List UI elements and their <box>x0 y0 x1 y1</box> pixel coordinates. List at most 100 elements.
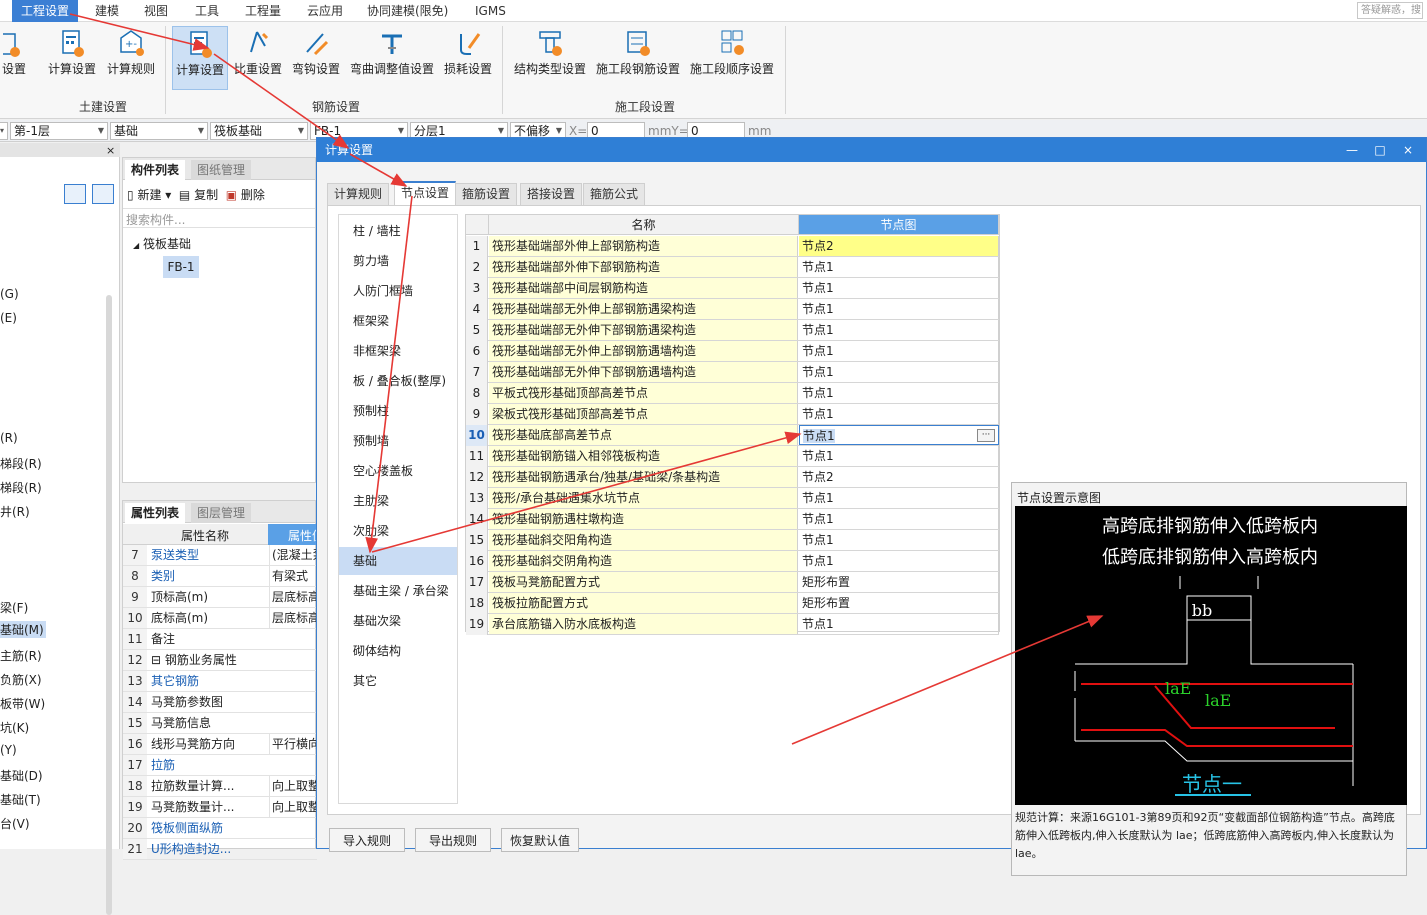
grid-row-node[interactable]: 节点1 <box>799 383 999 403</box>
property-value[interactable]: 向上取整 <box>269 797 317 817</box>
tab-stirrup-formula[interactable]: 箍筋公式 <box>583 183 646 205</box>
hook-settings-button[interactable]: 弯钩设置 <box>290 26 342 90</box>
calc-rules-button[interactable]: +- 计算规则 <box>104 26 158 90</box>
ellipsis-button[interactable]: ··· <box>977 429 995 442</box>
tab-layers[interactable]: 图层管理 <box>191 503 252 523</box>
ribbon-settings-button[interactable]: 设置 <box>0 26 28 90</box>
floor-select[interactable]: 第-1层 ▼ <box>10 122 108 140</box>
combo-stub[interactable]: ▾ <box>0 122 8 140</box>
property-row[interactable]: 13 其它钢筋 <box>123 671 317 692</box>
structure-type-button[interactable]: 结构类型设置 <box>512 26 588 90</box>
copy-icon[interactable]: ▤ <box>179 188 190 202</box>
grid-row-node[interactable]: 节点1 <box>799 320 999 340</box>
category-item[interactable]: 砌体结构 <box>339 637 457 665</box>
tab-lap-settings[interactable]: 搭接设置 <box>520 183 583 205</box>
grid-row-node[interactable]: 节点1 <box>799 362 999 382</box>
menu-collab[interactable]: 协同建模(限免) <box>358 0 457 22</box>
grid-row[interactable]: 4 筏形基础端部无外伸上部钢筋遇梁构造 节点1 <box>466 299 999 320</box>
property-row[interactable]: 8 类别 有梁式 <box>123 566 317 587</box>
grid-view-icon[interactable] <box>92 184 114 204</box>
menu-modeling[interactable]: 建模 <box>86 0 128 22</box>
property-row[interactable]: 7 泵送类型 (混凝土泵) <box>123 545 317 566</box>
nav-item[interactable]: 负筋(X) <box>0 671 42 688</box>
menu-quantity[interactable]: 工程量 <box>236 0 290 22</box>
category-item[interactable]: 空心楼盖板 <box>339 457 457 485</box>
grid-row-node[interactable]: 节点2 <box>799 467 999 487</box>
delete-button[interactable]: 删除 <box>241 188 265 202</box>
grid-row-node[interactable]: 节点1 <box>799 341 999 361</box>
tab-stirrup-settings[interactable]: 箍筋设置 <box>455 183 518 205</box>
menu-project-settings[interactable]: 工程设置 <box>12 0 79 22</box>
scrollbar[interactable] <box>106 295 112 915</box>
grid-row-node[interactable]: 节点1 ··· <box>799 425 999 445</box>
maximize-button[interactable]: □ <box>1366 138 1394 162</box>
menu-cloud[interactable]: 云应用 <box>298 0 352 22</box>
property-row[interactable]: 21 U形构造封边... <box>123 839 317 860</box>
minimize-button[interactable]: — <box>1338 138 1366 162</box>
new-icon[interactable]: ▯ <box>127 188 134 202</box>
property-row[interactable]: 12 ⊟ 钢筋业务属性 <box>123 650 317 671</box>
tree-root[interactable]: ◢ 筏板基础 <box>133 235 191 252</box>
grid-row[interactable]: 11 筏形基础钢筋锚入相邻筏板构造 节点1 <box>466 446 999 467</box>
category-item[interactable]: 非框架梁 <box>339 337 457 365</box>
nav-item[interactable]: (Y) <box>0 743 17 757</box>
tab-component-list[interactable]: 构件列表 <box>125 160 186 180</box>
stage-order-button[interactable]: 施工段顺序设置 <box>688 26 776 90</box>
menu-igms[interactable]: IGMS <box>466 0 515 22</box>
category-item[interactable]: 预制墙 <box>339 427 457 455</box>
category-item[interactable]: 柱 / 墙柱 <box>339 217 457 245</box>
nav-item[interactable]: 板带(W) <box>0 695 45 712</box>
category-item[interactable]: 基础 <box>339 547 457 575</box>
grid-row[interactable]: 2 筏形基础端部外伸下部钢筋构造 节点1 <box>466 257 999 278</box>
property-value[interactable]: 层底标高 <box>269 587 317 607</box>
list-view-icon[interactable] <box>64 184 86 204</box>
property-row[interactable]: 15 马凳筋信息 <box>123 713 317 734</box>
calc-settings-civil-button[interactable]: 计算设置 <box>44 26 100 90</box>
nav-item[interactable]: 主筋(R) <box>0 647 42 664</box>
nav-item[interactable]: 梁(F) <box>0 599 28 616</box>
grid-row[interactable]: 6 筏形基础端部无外伸上部钢筋遇墙构造 节点1 <box>466 341 999 362</box>
grid-row[interactable]: 18 筏板拉筋配置方式 矩形布置 <box>466 593 999 614</box>
grid-row[interactable]: 14 筏形基础钢筋遇柱墩构造 节点1 <box>466 509 999 530</box>
close-button[interactable]: × <box>1394 138 1422 162</box>
category-item[interactable]: 其它 <box>339 667 457 695</box>
category-item[interactable]: 人防门框墙 <box>339 277 457 305</box>
grid-row-node[interactable]: 矩形布置 <box>799 593 999 613</box>
grid-row[interactable]: 15 筏形基础斜交阳角构造 节点1 <box>466 530 999 551</box>
nav-item[interactable]: 基础(D) <box>0 767 43 784</box>
grid-row[interactable]: 10 筏形基础底部高差节点 节点1 ··· <box>466 425 999 446</box>
grid-row[interactable]: 3 筏形基础端部中间层钢筋构造 节点1 <box>466 278 999 299</box>
category-item[interactable]: 次肋梁 <box>339 517 457 545</box>
nav-item[interactable]: 基础(T) <box>0 791 41 808</box>
delete-icon[interactable]: ▣ <box>226 188 237 202</box>
property-row[interactable]: 16 线形马凳筋方向 平行横向 <box>123 734 317 755</box>
category-item[interactable]: 剪力墙 <box>339 247 457 275</box>
property-row[interactable]: 9 顶标高(m) 层底标高 <box>123 587 317 608</box>
loss-settings-button[interactable]: 损耗设置 <box>442 26 494 90</box>
grid-row[interactable]: 9 梁板式筏形基础顶部高差节点 节点1 <box>466 404 999 425</box>
property-row[interactable]: 17 拉筋 <box>123 755 317 776</box>
tab-properties[interactable]: 属性列表 <box>125 503 186 523</box>
grid-row-node[interactable]: 节点1 <box>799 509 999 529</box>
grid-row-node[interactable]: 节点1 <box>799 257 999 277</box>
restore-defaults-button[interactable]: 恢复默认值 <box>501 828 579 852</box>
grid-row-node[interactable]: 节点1 <box>799 446 999 466</box>
category-item[interactable]: 主肋梁 <box>339 487 457 515</box>
grid-row-node[interactable]: 节点1 <box>799 278 999 298</box>
new-button[interactable]: 新建 <box>137 188 161 202</box>
grid-row-node[interactable]: 节点1 <box>799 551 999 571</box>
grid-row-node[interactable]: 节点1 <box>799 530 999 550</box>
property-row[interactable]: 18 拉筋数量计算... 向上取整 <box>123 776 317 797</box>
grid-row[interactable]: 17 筏板马凳筋配置方式 矩形布置 <box>466 572 999 593</box>
nav-item[interactable]: (G) <box>0 287 19 301</box>
bend-adjust-button[interactable]: 弯曲调整值设置 <box>348 26 436 90</box>
property-value[interactable]: 平行横向 <box>269 734 317 754</box>
grid-row-node[interactable]: 节点1 <box>799 299 999 319</box>
menu-tools[interactable]: 工具 <box>186 0 228 22</box>
component-search-input[interactable]: 搜索构件... <box>123 208 315 228</box>
weight-settings-button[interactable]: 比重设置 <box>232 26 284 90</box>
property-row[interactable]: 19 马凳筋数量计... 向上取整 <box>123 797 317 818</box>
menu-view[interactable]: 视图 <box>135 0 177 22</box>
type-select[interactable]: 筏板基础 ▼ <box>210 122 308 140</box>
grid-row[interactable]: 19 承台底筋锚入防水底板构造 节点1 <box>466 614 999 635</box>
